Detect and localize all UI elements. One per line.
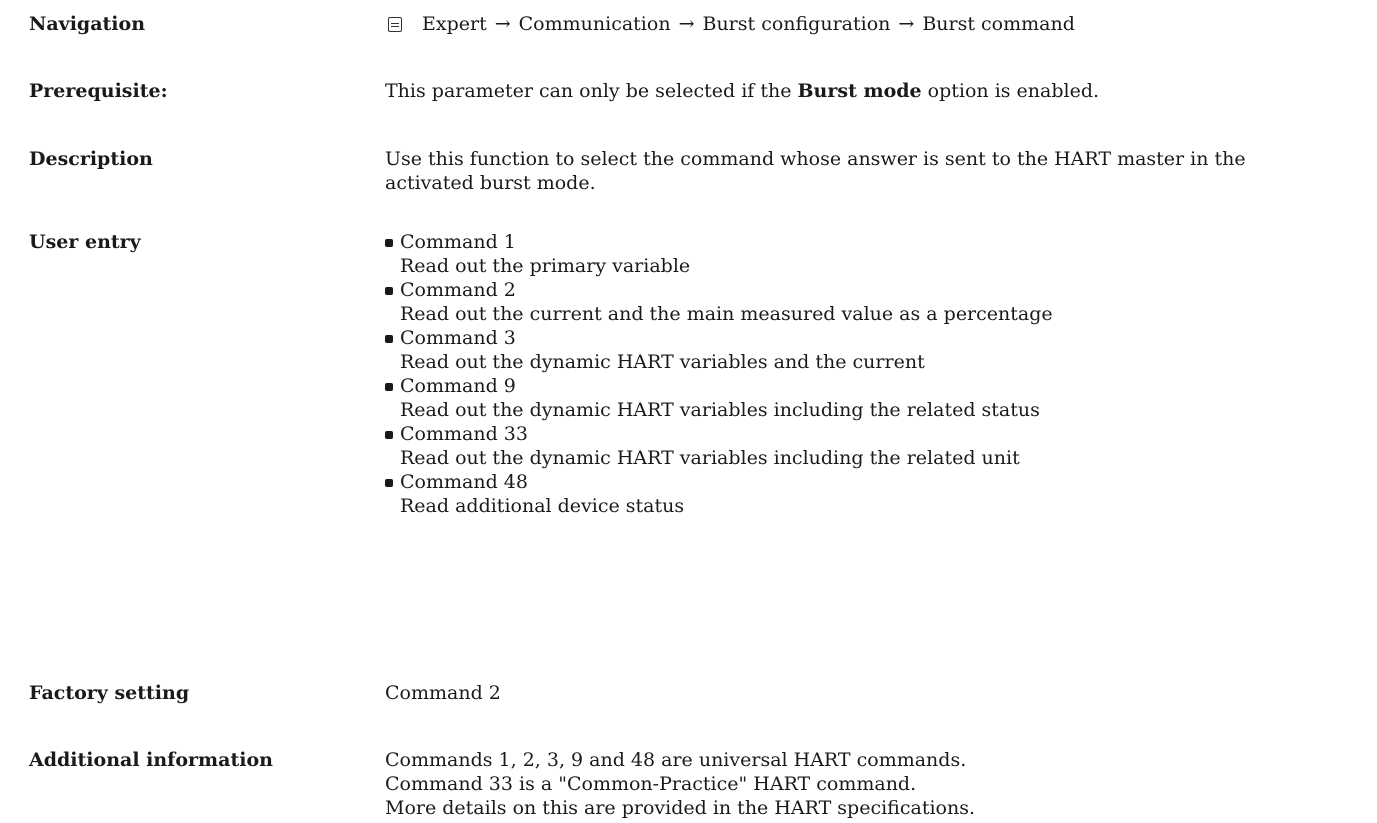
list-item: Command 1 Read out the primary variable — [385, 230, 1053, 278]
bullet-icon — [385, 287, 393, 295]
user-entry-list: Command 1 Read out the primary variable … — [385, 230, 1053, 518]
nav-separator: → — [678, 13, 695, 35]
entry-desc: Read out the dynamic HART variables incl… — [400, 399, 1040, 421]
nav-item-communication[interactable]: Communication — [519, 12, 671, 36]
list-item: Command 2 Read out the current and the m… — [385, 278, 1053, 326]
entry-name: Command 9 — [400, 375, 516, 397]
bullet-icon — [385, 431, 393, 439]
user-entry-label: User entry — [29, 231, 141, 253]
list-item: Command 33 Read out the dynamic HART var… — [385, 422, 1053, 470]
factory-setting-value: Command 2 — [385, 682, 501, 704]
entry-name: Command 48 — [400, 471, 528, 493]
prerequisite-text-after: option is enabled. — [921, 80, 1100, 102]
entry-desc: Read out the primary variable — [400, 255, 691, 277]
description-label: Description — [29, 148, 153, 170]
prerequisite-bold-term: Burst mode — [797, 80, 922, 102]
nav-item-expert[interactable]: Expert — [422, 12, 487, 36]
description-line: activated burst mode. — [385, 172, 596, 194]
entry-name: Command 1 — [400, 231, 516, 253]
menu-icon — [388, 16, 402, 32]
bullet-icon — [385, 383, 393, 391]
bullet-icon — [385, 335, 393, 343]
info-line: Commands 1, 2, 3, 9 and 48 are universal… — [385, 749, 967, 771]
entry-desc: Read out the current and the main measur… — [400, 303, 1053, 325]
nav-item-burst-command[interactable]: Burst command — [922, 12, 1075, 36]
nav-separator: → — [898, 13, 915, 35]
description-line: Use this function to select the command … — [385, 148, 1246, 170]
entry-desc: Read out the dynamic HART variables incl… — [400, 447, 1020, 469]
entry-name: Command 2 — [400, 279, 516, 301]
prerequisite-text-before: This parameter can only be selected if t… — [385, 80, 798, 102]
nav-item-burst-configuration[interactable]: Burst configuration — [702, 12, 890, 36]
description-text: Use this function to select the command … — [385, 147, 1246, 195]
entry-name: Command 3 — [400, 327, 516, 349]
nav-separator: → — [494, 13, 511, 35]
entry-desc: Read out the dynamic HART variables and … — [400, 351, 925, 373]
prerequisite-label: Prerequisite: — [29, 80, 168, 102]
info-line: Command 33 is a "Common-Practice" HART c… — [385, 773, 917, 795]
info-line: More details on this are provided in the… — [385, 797, 976, 819]
list-item: Command 9 Read out the dynamic HART vari… — [385, 374, 1053, 422]
factory-setting-label: Factory setting — [29, 682, 190, 704]
additional-information-text: Commands 1, 2, 3, 9 and 48 are universal… — [385, 748, 975, 820]
list-item: Command 48 Read additional device status — [385, 470, 1053, 518]
entry-desc: Read additional device status — [400, 495, 685, 517]
additional-information-label: Additional information — [29, 749, 273, 771]
entry-name: Command 33 — [400, 423, 528, 445]
navigation-path: Expert → Communication → Burst configura… — [385, 12, 1075, 36]
prerequisite-text: This parameter can only be selected if t… — [385, 79, 1099, 103]
bullet-icon — [385, 239, 393, 247]
navigation-label: Navigation — [29, 13, 146, 35]
list-item: Command 3 Read out the dynamic HART vari… — [385, 326, 1053, 374]
bullet-icon — [385, 479, 393, 487]
